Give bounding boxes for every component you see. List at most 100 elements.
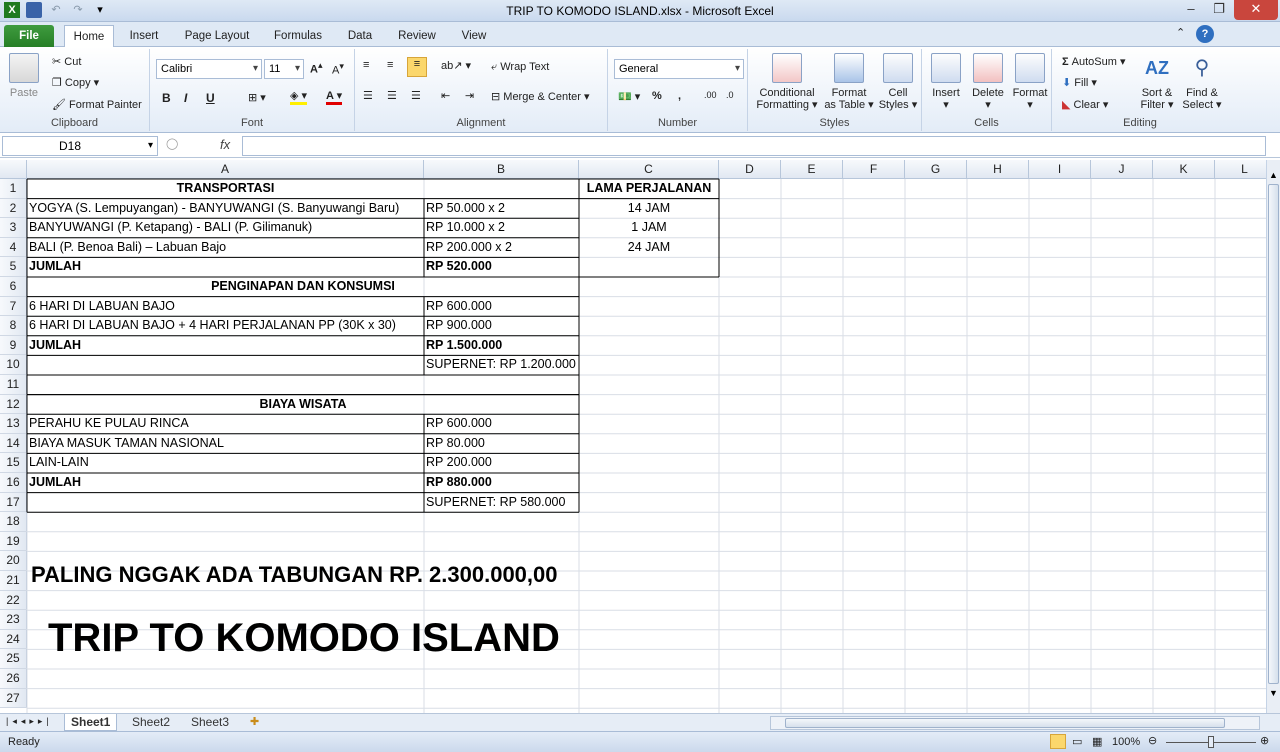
fill-button[interactable]: ⬇ Fill ▾ xyxy=(1062,76,1097,89)
insert-sheet-icon[interactable]: ✚ xyxy=(250,715,259,728)
cell-b4[interactable]: RP 200.000 x 2 xyxy=(424,238,579,257)
cell-b16[interactable]: RP 880.000 xyxy=(424,473,579,492)
align-right-icon[interactable]: ☰ xyxy=(411,89,421,102)
vertical-scrollbar[interactable]: ▲ ▼ xyxy=(1266,160,1280,713)
borders-icon[interactable]: ⊞ ▾ xyxy=(248,91,266,104)
cell-b13[interactable]: RP 600.000 xyxy=(424,414,579,433)
cell-a15[interactable]: LAIN-LAIN xyxy=(27,453,424,472)
wrap-text-button[interactable]: ⤶ Wrap Text xyxy=(491,61,549,74)
minimize-button[interactable]: – xyxy=(1176,0,1206,20)
normal-view-icon[interactable] xyxy=(1050,734,1066,749)
horizontal-scroll-thumb[interactable] xyxy=(785,718,1225,728)
increase-indent-icon[interactable]: ⇥ xyxy=(465,89,474,102)
insert-cells-button[interactable]: Insert ▾ xyxy=(926,53,966,111)
help-icon[interactable]: ? xyxy=(1196,25,1214,43)
tab-home[interactable]: Home xyxy=(64,25,114,47)
sort-filter-button[interactable]: AZ Sort & Filter ▾ xyxy=(1136,53,1178,111)
conditional-formatting-button[interactable]: Conditional Formatting ▾ xyxy=(754,53,820,111)
cell-b7[interactable]: RP 600.000 xyxy=(424,297,579,316)
copy-button[interactable]: ❐ Copy ▾ xyxy=(52,76,99,89)
page-break-view-icon[interactable]: ▦ xyxy=(1092,735,1102,748)
cell-b8[interactable]: RP 900.000 xyxy=(424,316,579,335)
cell-b10[interactable]: SUPERNET: RP 1.200.000 xyxy=(424,355,579,374)
cell-a14[interactable]: BIAYA MASUK TAMAN NASIONAL xyxy=(27,434,424,453)
grow-font-icon[interactable]: A▴ xyxy=(310,60,323,76)
paste-button[interactable]: Paste xyxy=(6,53,42,99)
cell-c2[interactable]: 14 JAM xyxy=(579,199,719,218)
cell-b17[interactable]: SUPERNET: RP 580.000 xyxy=(424,493,579,512)
zoom-slider-thumb[interactable] xyxy=(1208,736,1214,748)
increase-decimal-icon[interactable]: .00 xyxy=(704,90,717,100)
formula-input[interactable] xyxy=(242,136,1266,156)
italic-icon[interactable]: I xyxy=(184,91,187,105)
tab-page-layout[interactable]: Page Layout xyxy=(180,25,254,47)
cell-a1[interactable]: TRANSPORTASI xyxy=(27,179,424,198)
tab-view[interactable]: View xyxy=(456,25,492,47)
sheet-tab-sheet2[interactable]: Sheet2 xyxy=(126,714,176,731)
cell-b3[interactable]: RP 10.000 x 2 xyxy=(424,218,579,237)
align-top-icon[interactable]: ≡ xyxy=(363,59,369,71)
page-layout-view-icon[interactable]: ▭ xyxy=(1072,735,1082,748)
percent-icon[interactable]: % xyxy=(652,90,662,102)
cut-button[interactable]: ✂ Cut xyxy=(52,55,81,68)
bold-icon[interactable]: B xyxy=(162,91,171,105)
cell-b15[interactable]: RP 200.000 xyxy=(424,453,579,472)
cell-a13[interactable]: PERAHU KE PULAU RINCA xyxy=(27,414,424,433)
underline-icon[interactable]: U xyxy=(206,91,215,105)
cell-a6[interactable]: PENGINAPAN DAN KONSUMSI xyxy=(27,277,579,296)
clear-button[interactable]: ◣ Clear ▾ xyxy=(1062,98,1108,111)
close-button[interactable]: ✕ xyxy=(1234,0,1278,20)
zoom-level[interactable]: 100% xyxy=(1112,736,1140,748)
cell-a8[interactable]: 6 HARI DI LABUAN BAJO + 4 HARI PERJALANA… xyxy=(27,316,424,335)
insert-function-icon[interactable]: fx xyxy=(220,137,230,152)
cell-a2[interactable]: YOGYA (S. Lempuyangan) - BANYUWANGI (S. … xyxy=(27,199,424,218)
scroll-up-icon[interactable]: ▲ xyxy=(1267,168,1280,182)
comma-style-icon[interactable]: , xyxy=(678,90,681,102)
font-color-icon[interactable]: A ▾ xyxy=(326,89,343,105)
cell-b5[interactable]: RP 520.000 xyxy=(424,257,579,276)
formula-bar-expand-icon[interactable]: ◯ xyxy=(166,137,178,150)
align-center-icon[interactable]: ☰ xyxy=(387,89,397,102)
delete-cells-button[interactable]: Delete ▾ xyxy=(968,53,1008,111)
tab-insert[interactable]: Insert xyxy=(124,25,164,47)
shrink-font-icon[interactable]: A▾ xyxy=(332,61,344,77)
cell-a4[interactable]: BALI (P. Benoa Bali) – Labuan Bajo xyxy=(27,238,424,257)
sheet-nav-icons[interactable]: |◂◂▸▸| xyxy=(6,716,53,727)
tab-data[interactable]: Data xyxy=(342,25,378,47)
minimize-ribbon-icon[interactable]: ⌃ xyxy=(1176,26,1185,39)
zoom-in-icon[interactable]: ⊕ xyxy=(1260,734,1269,747)
fill-color-icon[interactable]: ◈ ▾ xyxy=(290,89,308,105)
restore-button[interactable]: ❐ xyxy=(1204,0,1234,20)
format-as-table-button[interactable]: Format as Table ▾ xyxy=(822,53,876,111)
scroll-down-icon[interactable]: ▼ xyxy=(1267,686,1280,700)
cell-a7[interactable]: 6 HARI DI LABUAN BAJO xyxy=(27,297,424,316)
horizontal-scrollbar[interactable] xyxy=(770,716,1260,730)
cell-c3[interactable]: 1 JAM xyxy=(579,218,719,237)
cell-a12[interactable]: BIAYA WISATA xyxy=(27,395,579,414)
zoom-out-icon[interactable]: ⊖ xyxy=(1148,734,1157,747)
sheet-tab-sheet1[interactable]: Sheet1 xyxy=(64,714,118,731)
font-name-select[interactable]: Calibri xyxy=(156,59,262,79)
format-painter-button[interactable]: 🖌 Format Painter xyxy=(52,98,142,111)
tab-review[interactable]: Review xyxy=(394,25,440,47)
tab-formulas[interactable]: Formulas xyxy=(270,25,326,47)
cell-a3[interactable]: BANYUWANGI (P. Ketapang) - BALI (P. Gili… xyxy=(27,218,424,237)
sheet-tab-sheet3[interactable]: Sheet3 xyxy=(185,714,235,731)
orientation-icon[interactable]: ab↗ ▾ xyxy=(441,59,471,72)
number-format-select[interactable]: General xyxy=(614,59,744,79)
merge-center-button[interactable]: ⊟ Merge & Center ▾ xyxy=(491,90,590,103)
cell-b2[interactable]: RP 50.000 x 2 xyxy=(424,199,579,218)
align-bottom-icon[interactable]: ≡ xyxy=(407,57,427,77)
align-middle-icon[interactable]: ≡ xyxy=(387,59,393,71)
tab-file[interactable]: File xyxy=(4,25,54,47)
cell-a9[interactable]: JUMLAH xyxy=(27,336,424,355)
autosum-button[interactable]: Σ AutoSum ▾ xyxy=(1062,55,1126,68)
cell-a16[interactable]: JUMLAH xyxy=(27,473,424,492)
cell-c4[interactable]: 24 JAM xyxy=(579,238,719,257)
align-left-icon[interactable]: ☰ xyxy=(363,89,373,102)
find-select-button[interactable]: ⚲ Find & Select ▾ xyxy=(1180,53,1224,111)
cell-a5[interactable]: JUMLAH xyxy=(27,257,424,276)
cell-b14[interactable]: RP 80.000 xyxy=(424,434,579,453)
cell-c1[interactable]: LAMA PERJALANAN xyxy=(579,179,719,198)
decrease-decimal-icon[interactable]: .0 xyxy=(726,90,734,100)
